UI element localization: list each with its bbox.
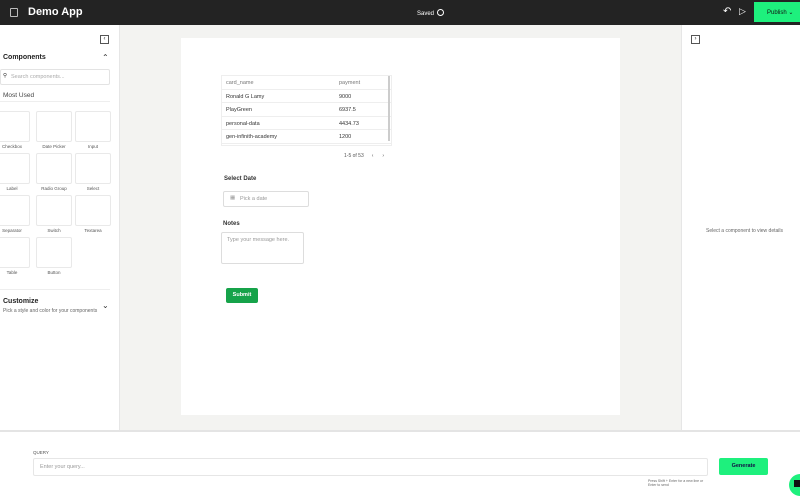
cell-payment: 9000 bbox=[339, 93, 352, 100]
undo-icon[interactable]: ↶ bbox=[723, 6, 731, 17]
check-circle-icon bbox=[437, 9, 445, 16]
date-placeholder: Pick a date bbox=[240, 196, 268, 202]
chat-icon bbox=[794, 480, 800, 487]
table-row[interactable]: Ronald G Lamy 9000 bbox=[222, 90, 391, 103]
customize-heading[interactable]: Customize bbox=[3, 298, 38, 305]
most-used-heading: Most Used bbox=[3, 92, 35, 99]
prev-page-icon[interactable]: ‹ bbox=[372, 153, 374, 159]
notes-placeholder: Type your message here. bbox=[227, 237, 290, 243]
component-tile[interactable] bbox=[36, 237, 72, 268]
component-label: Select bbox=[86, 186, 100, 191]
component-label: Separator bbox=[2, 228, 22, 233]
top-bar: Demo App Saved ↶ ▷ Publish ⌄ bbox=[0, 0, 800, 25]
components-panel: ‹ Components ⌃ ⚲ Search components... Mos… bbox=[0, 25, 120, 430]
component-label: Button bbox=[47, 270, 61, 275]
search-icon: ⚲ bbox=[3, 73, 8, 79]
chat-button[interactable] bbox=[789, 474, 800, 496]
play-icon[interactable]: ▷ bbox=[739, 6, 746, 17]
table-row[interactable]: personal-data 4434.73 bbox=[222, 117, 391, 130]
search-placeholder: Search components... bbox=[11, 74, 65, 80]
query-hint: Press Shift + Enter for a new line or En… bbox=[648, 479, 704, 487]
component-label: Switch bbox=[47, 228, 61, 233]
cell-card-name: PlayGreen bbox=[226, 107, 252, 113]
table-header: card_name payment bbox=[222, 76, 391, 90]
query-placeholder: Enter your query... bbox=[40, 464, 85, 470]
save-status: Saved bbox=[417, 9, 445, 17]
component-tile[interactable] bbox=[0, 111, 30, 142]
component-tile[interactable] bbox=[36, 195, 72, 226]
table-row[interactable]: PlayGreen 6937.5 bbox=[222, 103, 391, 117]
pagination: 1-5 of 53 ‹ › bbox=[344, 153, 384, 159]
date-label: Select Date bbox=[224, 176, 257, 182]
generate-button[interactable]: Generate bbox=[719, 458, 768, 475]
next-page-icon[interactable]: › bbox=[382, 153, 384, 159]
cell-payment: 4434.73 bbox=[339, 120, 359, 127]
component-tile[interactable] bbox=[75, 111, 111, 142]
search-components-input[interactable]: ⚲ Search components... bbox=[0, 69, 110, 85]
save-status-text: Saved bbox=[417, 11, 435, 17]
query-bar: QUERY Enter your query... Generate Press… bbox=[0, 430, 800, 500]
column-header: payment bbox=[339, 80, 361, 86]
component-tile[interactable] bbox=[75, 153, 111, 184]
component-tile[interactable] bbox=[0, 153, 30, 184]
app-title: Demo App bbox=[28, 6, 83, 18]
chevron-up-icon[interactable]: ⌃ bbox=[102, 53, 109, 62]
component-label: Input bbox=[87, 144, 98, 149]
cell-payment: 6937.5 bbox=[339, 107, 356, 113]
expand-right-icon[interactable]: › bbox=[691, 35, 700, 44]
component-tile[interactable] bbox=[0, 195, 30, 226]
app-logo-icon bbox=[10, 8, 18, 17]
chevron-down-icon[interactable]: ⌄ bbox=[102, 301, 109, 310]
details-panel: › Select a component to view details bbox=[681, 25, 800, 430]
scrollbar[interactable] bbox=[388, 76, 390, 141]
notes-label: Notes bbox=[223, 221, 240, 227]
component-label: Date Picker bbox=[42, 144, 66, 149]
collapse-left-icon[interactable]: ‹ bbox=[100, 35, 109, 44]
column-header: card_name bbox=[226, 80, 254, 86]
component-tile[interactable] bbox=[75, 195, 111, 226]
table-row[interactable]: gen-infinith-academy 1200 bbox=[222, 130, 391, 144]
cell-card-name: personal-data bbox=[226, 120, 260, 127]
component-label: Label bbox=[6, 186, 18, 191]
component-tile[interactable] bbox=[36, 153, 72, 184]
publish-label: Publish bbox=[767, 10, 787, 16]
data-table: card_name payment Ronald G Lamy 9000 PlayGr… bbox=[221, 75, 392, 146]
components-heading: Components bbox=[3, 54, 46, 61]
cell-payment: 1200 bbox=[339, 134, 352, 140]
customize-description: Pick a style and color for your componen… bbox=[3, 308, 98, 314]
date-picker-input[interactable]: ▦ Pick a date bbox=[223, 191, 309, 207]
query-input[interactable]: Enter your query... bbox=[33, 458, 708, 476]
component-tile[interactable] bbox=[36, 111, 72, 142]
component-label: Textarea bbox=[84, 228, 102, 233]
query-label: QUERY bbox=[33, 450, 49, 455]
publish-button[interactable]: Publish ⌄ bbox=[754, 2, 800, 22]
notes-textarea[interactable]: Type your message here. bbox=[221, 232, 304, 264]
pagination-text: 1-5 of 53 bbox=[344, 153, 364, 159]
component-label: Checkbox bbox=[1, 144, 22, 149]
calendar-icon: ▦ bbox=[230, 195, 236, 201]
component-tile[interactable] bbox=[0, 237, 30, 268]
component-label: Radio Group bbox=[41, 186, 67, 191]
empty-details-text: Select a component to view details bbox=[706, 228, 783, 234]
cell-card-name: Ronald G Lamy bbox=[226, 93, 265, 100]
cell-card-name: gen-infinith-academy bbox=[226, 134, 278, 140]
submit-button[interactable]: Submit bbox=[226, 288, 258, 303]
component-label: Table bbox=[6, 270, 18, 275]
